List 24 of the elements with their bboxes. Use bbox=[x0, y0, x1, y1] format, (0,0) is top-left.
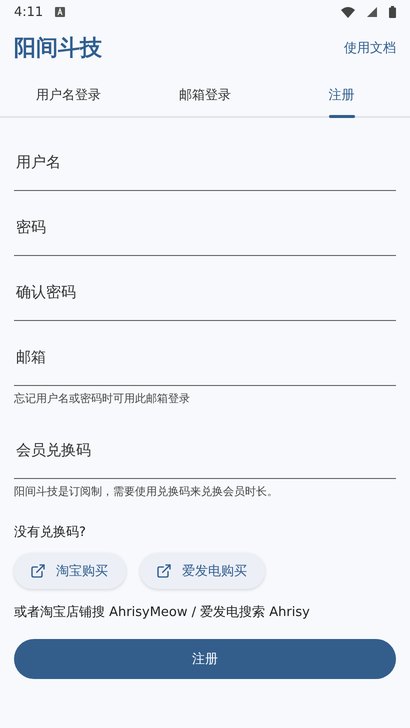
external-link-icon bbox=[156, 563, 172, 579]
purchase-button[interactable]: 淘宝购买 bbox=[14, 553, 126, 589]
purchase-button[interactable]: 爱发电购买 bbox=[140, 553, 265, 589]
app-title: 阳间斗技 bbox=[14, 35, 102, 63]
battery-icon bbox=[389, 6, 396, 18]
notification-icon bbox=[55, 7, 66, 17]
tab[interactable]: 邮箱登录 bbox=[136, 74, 274, 116]
search-hint-text: 或者淘宝店铺搜 AhrisyMeow / 爱发电搜索 Ahrisy bbox=[14, 604, 311, 621]
status-time: 4:11 bbox=[14, 4, 44, 20]
question-text: 没有兑换码? bbox=[14, 524, 87, 541]
signal-icon bbox=[367, 7, 377, 17]
tab[interactable]: 注册 bbox=[273, 74, 410, 116]
tab[interactable]: 用户名登录 bbox=[0, 74, 137, 116]
helper-text: 忘记用户名或密码时可用此邮箱登录 bbox=[14, 391, 191, 406]
input-field[interactable]: 邮箱 bbox=[14, 329, 396, 386]
docs-link[interactable]: 使用文档 bbox=[344, 39, 396, 57]
input-field[interactable]: 密码 bbox=[14, 199, 396, 256]
input-field[interactable]: 会员兑换码 bbox=[14, 422, 396, 479]
external-link-icon bbox=[30, 563, 46, 579]
input-field[interactable]: 用户名 bbox=[14, 134, 396, 191]
register-button[interactable]: 注册 bbox=[14, 639, 396, 679]
helper-text: 阳间斗技是订阅制，需要使用兑换码来兑换会员时长。 bbox=[14, 484, 279, 499]
input-field[interactable]: 确认密码 bbox=[14, 264, 396, 321]
wifi-icon bbox=[341, 6, 355, 18]
